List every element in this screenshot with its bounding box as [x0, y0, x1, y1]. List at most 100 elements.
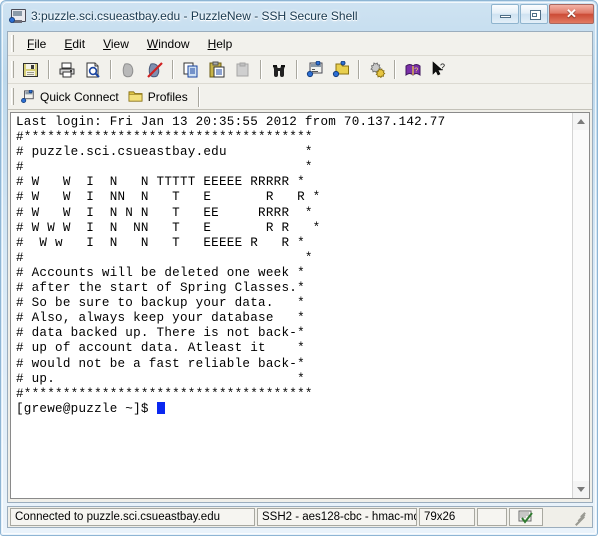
- connect-plug-icon: [122, 63, 134, 78]
- settings-button[interactable]: [365, 58, 389, 81]
- connectbar-grip[interactable]: [11, 88, 14, 105]
- connectbar-end-separator: [197, 86, 200, 107]
- status-bar: Connected to puzzle.sci.csueastbay.edu S…: [7, 506, 593, 528]
- shell-prompt: [grewe@puzzle ~]$: [16, 401, 157, 416]
- toolbar-separator: [48, 60, 50, 79]
- binoculars-icon: [273, 65, 285, 77]
- terminal-line: # *: [16, 250, 313, 265]
- help-book-button[interactable]: ?: [401, 58, 425, 81]
- menu-item-view[interactable]: View: [94, 34, 138, 54]
- status-connection: Connected to puzzle.sci.csueastbay.edu: [10, 508, 255, 526]
- scroll-up-button[interactable]: [573, 113, 589, 130]
- paste-clipboard-icon: [209, 61, 225, 78]
- new-terminal-button[interactable]: [303, 58, 327, 81]
- file-transfer-button[interactable]: [329, 58, 353, 81]
- find-button[interactable]: [267, 58, 291, 81]
- resize-grip-icon[interactable]: [574, 512, 587, 526]
- encryption-indicator-icon: [518, 510, 533, 524]
- terminal-line: # W w I N N T EEEEE R R *: [16, 235, 305, 250]
- minimize-button[interactable]: [491, 4, 519, 24]
- new-terminal-window-icon: [306, 61, 323, 78]
- menubar-grip[interactable]: [11, 35, 14, 52]
- toolbar-separator: [358, 60, 360, 79]
- menu-item-file[interactable]: File: [18, 34, 55, 54]
- menu-item-edit[interactable]: Edit: [55, 34, 94, 54]
- paste-button[interactable]: [205, 58, 229, 81]
- minimize-icon: [500, 15, 511, 18]
- terminal-line: Last login: Fri Jan 13 20:35:55 2012 fro…: [16, 115, 446, 129]
- terminal-line: # Also, always keep your database *: [16, 311, 305, 326]
- context-help-button[interactable]: ?: [427, 58, 451, 81]
- terminal-line: # puzzle.sci.csueastbay.edu *: [16, 145, 313, 160]
- printer-icon: [59, 62, 75, 78]
- connect-node-icon: [21, 89, 34, 103]
- copy-icon: [183, 62, 198, 78]
- save-button[interactable]: [19, 58, 43, 81]
- terminal-line: # after the start of Spring Classes.*: [16, 281, 305, 296]
- help-book-icon: ?: [405, 64, 421, 76]
- disconnect-button[interactable]: [143, 58, 167, 81]
- toolbar-grip[interactable]: [11, 61, 14, 78]
- terminal-line: # *: [16, 160, 313, 175]
- terminal-line: #*************************************: [16, 386, 313, 401]
- terminal-line: # W W I NN N T E R R *: [16, 190, 321, 205]
- floppy-disk-icon: [23, 63, 38, 77]
- terminal-line: # W W I N N N T EE RRRR *: [16, 205, 313, 220]
- print-button[interactable]: [55, 58, 79, 81]
- paste-disabled-button: [231, 58, 255, 81]
- menu-bar: File Edit View Window Help: [8, 32, 592, 56]
- status-blank-panel: [477, 508, 507, 526]
- print-preview-icon: [86, 62, 100, 78]
- arrow-question-icon: ?: [432, 61, 445, 76]
- disconnect-plug-icon: [147, 62, 163, 78]
- quick-connect-button[interactable]: Quick Connect: [18, 86, 125, 108]
- toolbar-separator: [260, 60, 262, 79]
- svg-text:?: ?: [440, 62, 445, 72]
- window-controls: ✕: [490, 4, 594, 24]
- quick-connect-bar: Quick Connect Profiles: [8, 84, 592, 110]
- terminal-line: # Accounts will be deleted one week *: [16, 265, 305, 280]
- terminal-panel[interactable]: Last login: Fri Jan 13 20:35:55 2012 fro…: [10, 112, 590, 499]
- profiles-button[interactable]: Profiles: [125, 86, 194, 108]
- terminal-line: # up of account data. Atleast it *: [16, 341, 305, 356]
- file-transfer-folder-icon: [332, 61, 349, 78]
- application-window: 3:puzzle.sci.csueastbay.edu - PuzzleNew …: [0, 0, 598, 536]
- terminal-line: # So be sure to backup your data. *: [16, 296, 305, 311]
- toolbar: ? ?: [8, 56, 592, 84]
- toolbar-separator: [172, 60, 174, 79]
- terminal-line: # would not be a fast reliable back-*: [16, 356, 305, 371]
- title-bar[interactable]: 3:puzzle.sci.csueastbay.edu - PuzzleNew …: [3, 3, 597, 29]
- scrollbar-thumb[interactable]: [573, 130, 589, 481]
- status-resize-area[interactable]: [545, 508, 588, 526]
- menu-item-window[interactable]: Window: [138, 34, 199, 54]
- scroll-down-button[interactable]: [573, 481, 589, 498]
- profiles-label: Profiles: [147, 89, 188, 104]
- terminal-line: # data backed up. There is not back-*: [16, 326, 305, 341]
- chevron-up-icon: [577, 119, 585, 124]
- terminal-line: # W W I N N TTTTT EEEEE RRRRR *: [16, 175, 305, 190]
- terminal-line: #*************************************: [16, 130, 313, 145]
- terminal-output[interactable]: Last login: Fri Jan 13 20:35:55 2012 fro…: [11, 113, 572, 498]
- ssh-terminal-icon: [9, 8, 26, 24]
- quick-connect-label: Quick Connect: [40, 89, 119, 104]
- status-terminal-size: 79x26: [419, 508, 475, 526]
- text-cursor: [156, 401, 165, 414]
- client-area: File Edit View Window Help ? ? Quick Con…: [7, 31, 593, 503]
- menu-item-help[interactable]: Help: [199, 34, 242, 54]
- copy-button[interactable]: [179, 58, 203, 81]
- print-preview-button[interactable]: [81, 58, 105, 81]
- chevron-down-icon: [577, 487, 585, 492]
- connect-button[interactable]: [117, 58, 141, 81]
- status-encryption-indicator: [509, 508, 543, 526]
- maximize-button[interactable]: [520, 4, 548, 24]
- toolbar-separator: [110, 60, 112, 79]
- close-icon: ✕: [566, 6, 577, 21]
- close-button[interactable]: ✕: [549, 4, 594, 24]
- terminal-vertical-scrollbar[interactable]: [572, 113, 589, 498]
- folder-icon: [128, 91, 143, 102]
- toolbar-separator: [296, 60, 298, 79]
- terminal-line: # W W W I N NN T E R R *: [16, 220, 321, 235]
- status-cipher: SSH2 - aes128-cbc - hmac-md5 - nø: [257, 508, 417, 526]
- terminal-prompt-line: [grewe@puzzle ~]$: [16, 401, 572, 417]
- terminal-line: # up. *: [16, 371, 305, 386]
